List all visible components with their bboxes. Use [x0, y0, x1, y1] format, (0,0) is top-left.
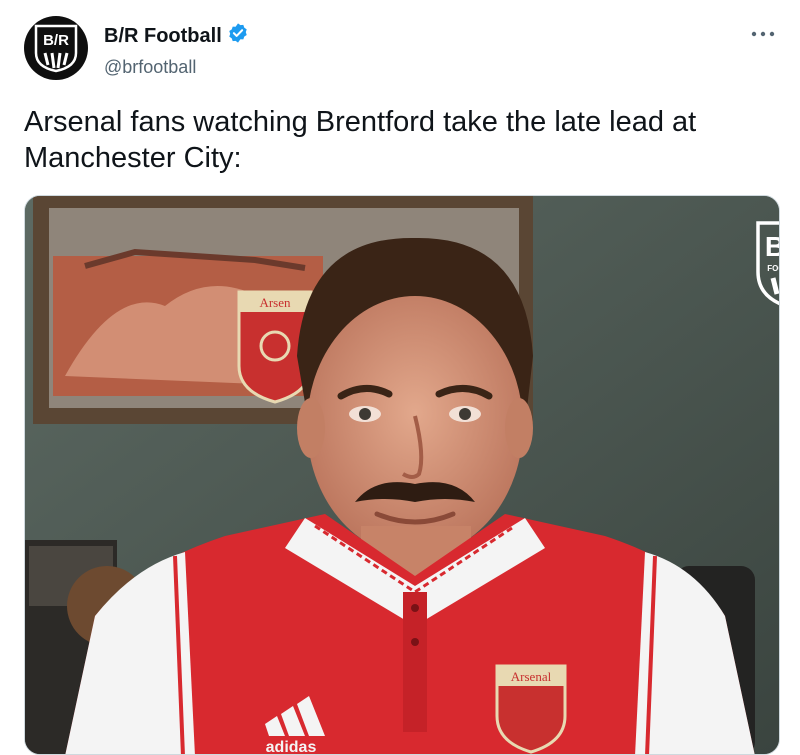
- verified-badge-icon: [227, 22, 249, 49]
- shirt-arsenal-crest: Arsenal: [495, 664, 567, 754]
- author-handle[interactable]: @brfootball: [104, 55, 249, 79]
- br-football-logo: B/R: [34, 24, 78, 73]
- author-avatar[interactable]: B/R: [24, 16, 88, 80]
- tweet-text: Arsenal fans watching Brentford take the…: [24, 106, 697, 174]
- brand-text: adidas: [266, 739, 317, 755]
- author-block: B/R Football @brfootball: [104, 22, 249, 79]
- tweet-media-image[interactable]: Arsen Arsenal adidas B/ FOOTBA: [24, 195, 780, 755]
- avatar-monogram: B/R: [43, 32, 69, 49]
- author-display-name[interactable]: B/R Football: [104, 24, 222, 48]
- wall-badge-text: Arsen: [259, 295, 291, 310]
- meme-illustration: Arsen Arsenal adidas: [25, 196, 779, 755]
- shirt-badge-text: Arsenal: [511, 669, 552, 684]
- more-horizontal-icon[interactable]: [748, 24, 778, 44]
- watermark-subtitle: FOOTBALL: [767, 264, 780, 273]
- watermark-monogram: B/R: [765, 231, 780, 262]
